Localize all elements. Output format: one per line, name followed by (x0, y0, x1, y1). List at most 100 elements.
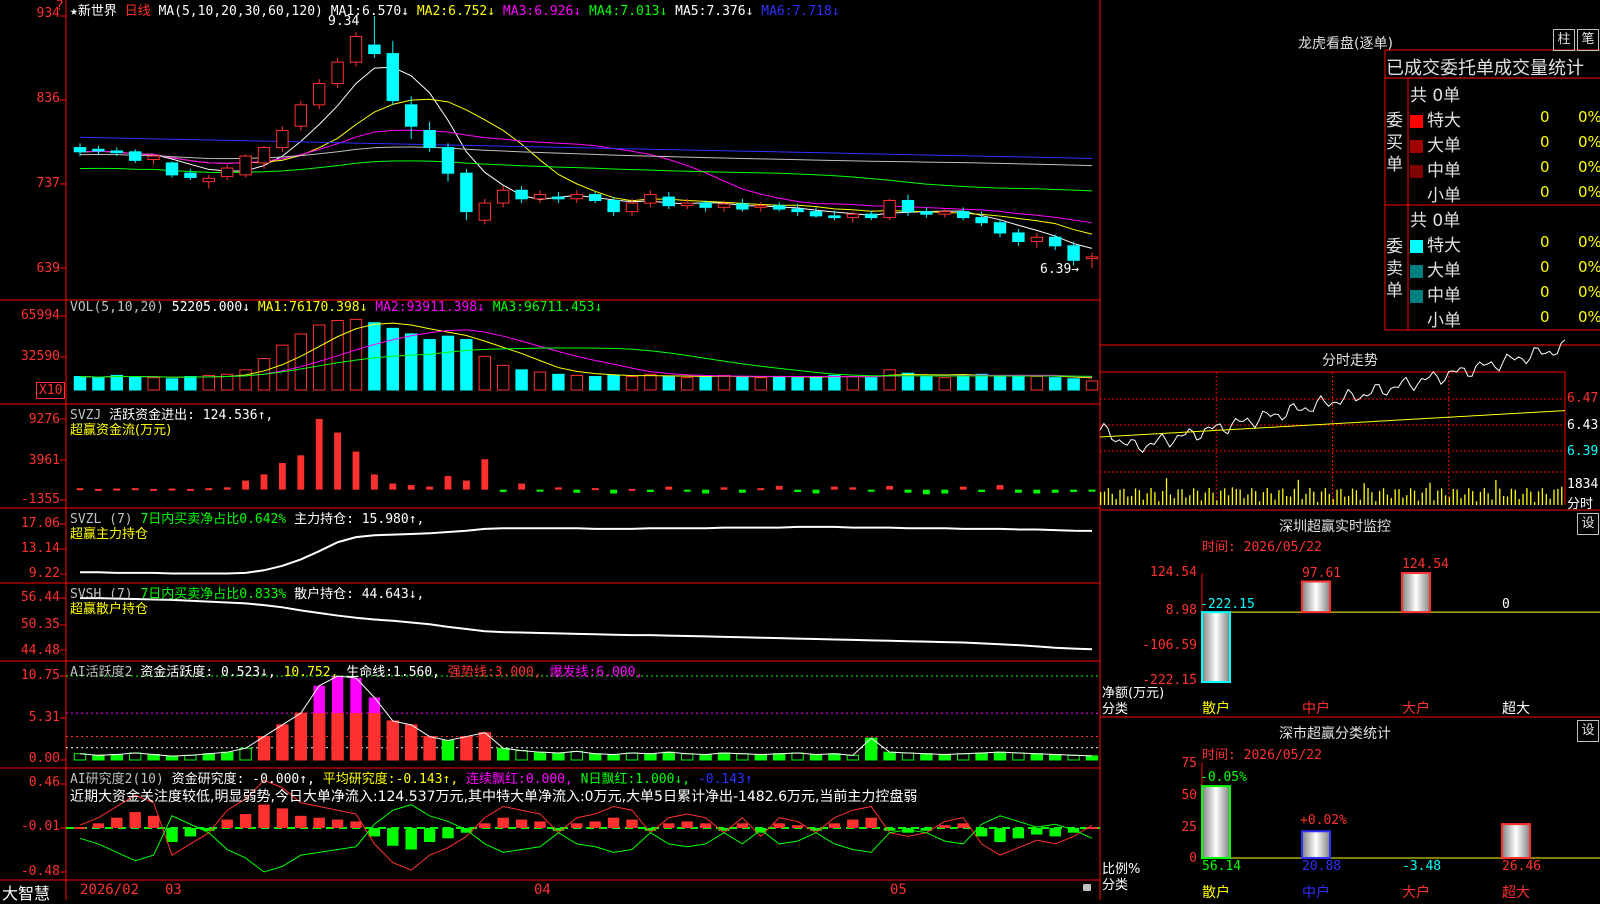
activity-bar (331, 712, 344, 761)
research-bar (607, 817, 620, 828)
svzl-y-label: 9.22 (28, 566, 60, 581)
intraday-vol-bar (1417, 500, 1420, 505)
ma2-label: MA2: (416, 4, 449, 19)
row-label: 中单 (1427, 286, 1461, 306)
research-bar (773, 823, 785, 828)
research-bar (1012, 828, 1025, 839)
ma-params: MA(5,10,20,30,60,120) (158, 4, 323, 19)
activity-bar (460, 736, 473, 761)
candle-body (588, 194, 602, 202)
research-bar (92, 823, 105, 828)
flow-bar (444, 475, 452, 490)
ai2-y-label: 0.46 (28, 775, 60, 790)
candle-body (846, 213, 860, 219)
research-bar (166, 828, 178, 843)
svzl-ratio: 7日内买卖净占比0.642% (140, 512, 287, 527)
buy-row: 中单 0 0% (1410, 155, 1600, 181)
intraday-vol-bar (1134, 488, 1137, 505)
activity-bar (552, 752, 565, 761)
activity-bar (423, 736, 436, 761)
ma4-value: 7.013↓ (620, 4, 668, 19)
volume-bar (515, 369, 528, 391)
intraday-vol-bar (1526, 488, 1528, 505)
intraday-vol-bar (1204, 492, 1206, 505)
row-count: 0 (1540, 108, 1550, 126)
activity-bar (662, 751, 676, 761)
row-label: 小单 (1427, 311, 1461, 331)
buy-row: 小单 0 0% (1410, 180, 1600, 206)
monitor-settings-button[interactable]: 设 (1577, 513, 1599, 535)
ma5-label: MA5: (675, 4, 707, 19)
intraday-vol-bar (1534, 501, 1536, 505)
monitor-title: 深圳超赢实时监控 (1279, 519, 1391, 535)
candle-body (1067, 245, 1080, 261)
activity-bar (257, 736, 271, 761)
ma3-label: MA3: (502, 4, 535, 19)
volume-bar (239, 369, 252, 391)
row-pct: 0% (1578, 283, 1600, 301)
svzl-label: 主力持仓: (294, 512, 354, 527)
intraday-vol-bar (1301, 498, 1303, 505)
class-cat-label: 超大 (1502, 885, 1530, 901)
ai1-name: AI活跃度2 (70, 665, 133, 680)
intraday-vol-bar (1355, 490, 1358, 505)
research-bar (331, 819, 344, 828)
activity-bar (883, 751, 896, 761)
research-bar (442, 828, 454, 839)
class-bar (1201, 785, 1231, 860)
ma3-value: 6.926↓ (534, 4, 582, 19)
activity-bar (975, 752, 988, 761)
research-bar (221, 819, 233, 828)
research-bar (663, 823, 675, 828)
class-top-pct: +0.02% (1300, 813, 1347, 828)
lhb-title: 龙虎看盘(逐单) (1298, 36, 1393, 52)
volume-bar (1085, 380, 1099, 391)
bar-view-button[interactable]: 柱 (1553, 29, 1575, 51)
intraday-vol-bar (1297, 479, 1299, 505)
vol-ma-2 (79, 329, 1093, 378)
svzl-line (80, 525, 1093, 575)
intraday-vol-bar (1239, 489, 1241, 505)
class-y-label: 0 (1189, 851, 1197, 866)
class-bar (1301, 830, 1331, 860)
main-y-label: 934 (36, 6, 60, 21)
main-y-label: 836 (36, 91, 60, 106)
volume-bar (423, 339, 436, 391)
row-label: 中单 (1427, 161, 1461, 181)
candle-body (1085, 256, 1099, 260)
activity-bar (754, 754, 768, 761)
monitor-bar-value: 97.61 (1302, 566, 1342, 581)
intraday-vol-bar (1231, 487, 1234, 505)
intraday-vol-bar (1375, 501, 1377, 505)
row-count: 0 (1540, 308, 1550, 326)
flow-bar (775, 485, 783, 490)
class-settings-button[interactable]: 设 (1577, 720, 1599, 742)
activity-bar (828, 753, 841, 761)
intraday-vol-bar (1545, 494, 1547, 505)
candle-body (864, 213, 878, 219)
volume-bar (588, 376, 602, 391)
intraday-vol-bar (1367, 488, 1369, 505)
candle-body (754, 205, 768, 208)
stock-name[interactable]: ★新世界 (70, 4, 117, 19)
candle-body (699, 202, 712, 208)
candle-body (423, 129, 436, 149)
intraday-vol-bar (1111, 493, 1113, 505)
flow-bar (389, 483, 397, 490)
intraday-vol-bar (1344, 496, 1346, 505)
intraday-vol-bar (1142, 499, 1144, 505)
activity-bar-peak (313, 685, 325, 714)
intraday-vol-bar (1262, 492, 1265, 505)
intraday-vol-bar (1293, 488, 1296, 505)
ai1-v2: 10.752, (283, 665, 339, 680)
intraday-vol-bar (1460, 498, 1462, 505)
intraday-vol-bar (1189, 495, 1191, 505)
period-label[interactable]: 日线 (125, 4, 151, 19)
pen-view-button[interactable]: 笔 (1577, 29, 1599, 51)
volume-bar (147, 377, 160, 391)
intraday-vol-bar (1243, 498, 1245, 505)
intraday-vol-bar (1200, 500, 1203, 505)
lock-icon[interactable] (1083, 884, 1091, 891)
intraday-vol-bar (1305, 493, 1307, 505)
sell-total: 共 0单 (1410, 211, 1461, 231)
